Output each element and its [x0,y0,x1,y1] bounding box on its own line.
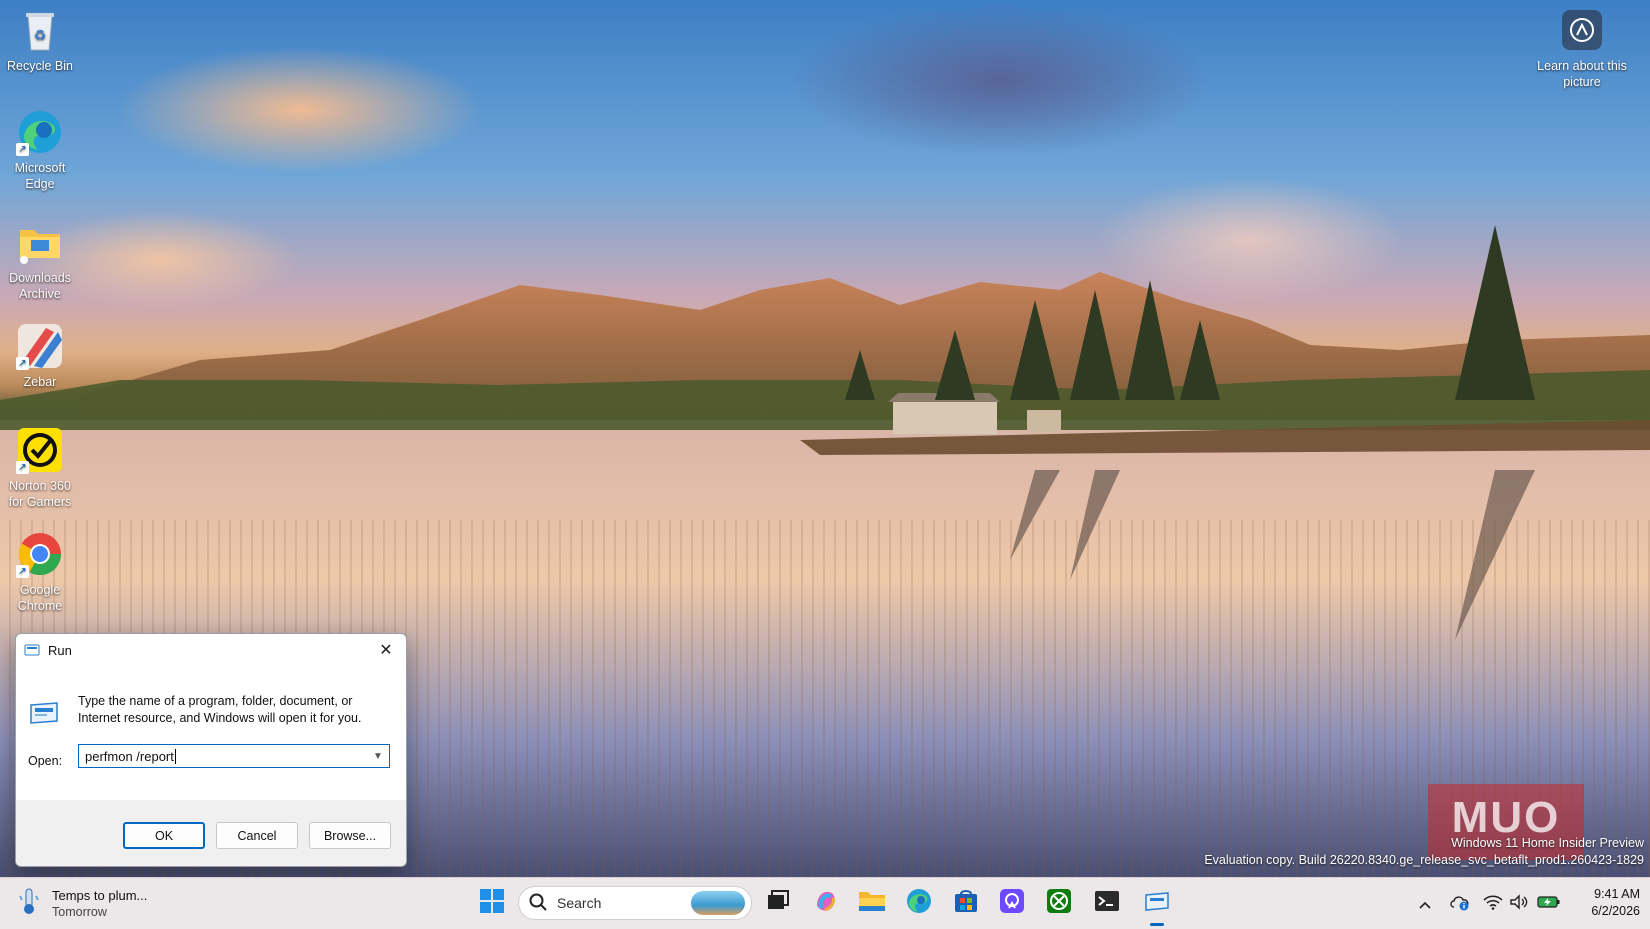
run-program-icon [28,696,60,728]
learn-label: Learn about this picture [1537,59,1627,89]
file-explorer-button[interactable] [856,887,888,919]
desktop-icon-recycle-bin[interactable]: ♻ Recycle Bin [4,6,76,74]
shortcut-arrow-icon: ↗ [16,357,29,370]
volume-tray-button[interactable] [1506,878,1532,929]
open-combobox-input[interactable]: perfmon /report ▼ [78,744,390,768]
run-titlebar[interactable]: Run [16,634,406,666]
desktop-icon-label: Recycle Bin [7,59,73,73]
microsoft-store-button[interactable] [950,887,982,919]
battery-charging-icon [1537,895,1561,912]
run-title: Run [48,642,72,658]
copilot-icon [813,888,839,919]
speaker-icon [1509,894,1529,913]
task-view-icon [766,889,790,918]
desktop-icon-zebar[interactable]: ↗ Zebar [4,322,76,390]
run-taskbar-button[interactable] [1141,887,1173,919]
svg-text:♻: ♻ [34,27,47,43]
desktop-icon-google-chrome[interactable]: ↗ Google Chrome [4,530,76,614]
copilot-button[interactable] [810,887,842,919]
evaluation-watermark: Windows 11 Home Insider Preview Evaluati… [1204,835,1644,869]
edge-icon: ↗ [16,108,64,156]
desktop-wallpaper: ♻ Recycle Bin ↗ Microsoft Edge Downloads… [0,0,1650,877]
zebar-icon: ↗ [16,322,64,370]
proton-vpn-button[interactable] [996,887,1028,919]
weather-widget[interactable]: Temps to plum... Tomorrow [18,886,147,921]
browse-button[interactable]: Browse... [309,822,391,849]
close-icon: ✕ [379,642,393,659]
desktop-icon-label: Microsoft Edge [14,161,66,191]
active-app-indicator [1150,923,1164,926]
proton-vpn-icon [999,888,1025,919]
edge-taskbar-button[interactable] [903,887,935,919]
desktop-icon-label: Google Chrome [17,583,63,613]
desktop-icon-downloads-archive[interactable]: Downloads Archive [4,218,76,302]
start-button[interactable] [476,887,508,919]
windows-logo-icon [479,888,505,919]
desktop-icon-label: Downloads Archive [9,271,71,301]
watermark-build: Evaluation copy. Build 26220.8340.ge_rel… [1204,853,1644,867]
desktop-icon-label: Zebar [23,375,57,389]
search-highlight-image [691,891,745,915]
chevron-up-icon [1419,896,1431,912]
clock-date: 6/2/2026 [1591,904,1640,918]
folder-icon [858,889,886,918]
run-description: Type the name of a program, folder, docu… [78,694,362,725]
xbox-button[interactable] [1043,887,1075,919]
cloud-info-icon [1449,893,1471,914]
search-icon [529,893,547,914]
open-input-value: perfmon /report [85,748,174,764]
onedrive-tray-button[interactable] [1446,878,1474,929]
desktop-icon-microsoft-edge[interactable]: ↗ Microsoft Edge [4,108,76,192]
desktop-icon-label: Norton 360 for Gamers [8,479,72,509]
task-view-button[interactable] [762,887,794,919]
shortcut-arrow-icon: ↗ [16,461,29,474]
clock-time: 9:41 AM [1594,887,1640,901]
spotlight-camera-icon [1562,10,1602,50]
run-app-icon [1144,890,1170,917]
taskbar-search[interactable]: Search [518,886,752,920]
battery-tray-button[interactable] [1534,878,1564,929]
show-hidden-icons-button[interactable] [1412,878,1438,929]
taskbar-clock[interactable]: 9:41 AM 6/2/2026 [1591,886,1640,920]
taskbar: Temps to plum... Tomorrow Search 9:41 AM… [0,877,1650,929]
xbox-icon [1046,888,1072,919]
close-button[interactable]: ✕ [366,634,406,666]
run-dialog: Run ✕ Type the name of a program, folder… [15,633,407,867]
store-icon [953,888,979,919]
desktop-icon-norton[interactable]: ↗ Norton 360 for Gamers [4,426,76,510]
run-button-bar: OK Cancel Browse... [16,800,406,866]
cancel-button[interactable]: Cancel [216,822,298,849]
open-label: Open: [28,754,63,768]
weather-subtitle: Tomorrow [52,904,107,919]
thermometer-icon [18,886,40,921]
terminal-button[interactable] [1091,887,1123,919]
chrome-icon: ↗ [16,530,64,578]
chevron-down-icon[interactable]: ▼ [369,745,387,767]
norton-icon: ↗ [16,426,64,474]
edge-icon [906,888,932,919]
text-caret [174,748,176,764]
run-app-icon [24,642,40,658]
shortcut-arrow-icon: ↗ [16,565,29,578]
wifi-tray-button[interactable] [1480,878,1506,929]
watermark-edition: Windows 11 Home Insider Preview [1451,836,1644,850]
run-body: Type the name of a program, folder, docu… [16,666,406,800]
learn-about-picture[interactable]: Learn about this picture [1534,10,1630,90]
folder-icon [16,218,64,266]
search-placeholder: Search [557,895,602,911]
wifi-icon [1483,894,1503,913]
terminal-icon [1094,889,1120,918]
ok-button[interactable]: OK [123,822,205,849]
shortcut-arrow-icon: ↗ [16,143,29,156]
recycle-bin-icon: ♻ [16,6,64,54]
weather-title: Temps to plum... [52,887,148,903]
